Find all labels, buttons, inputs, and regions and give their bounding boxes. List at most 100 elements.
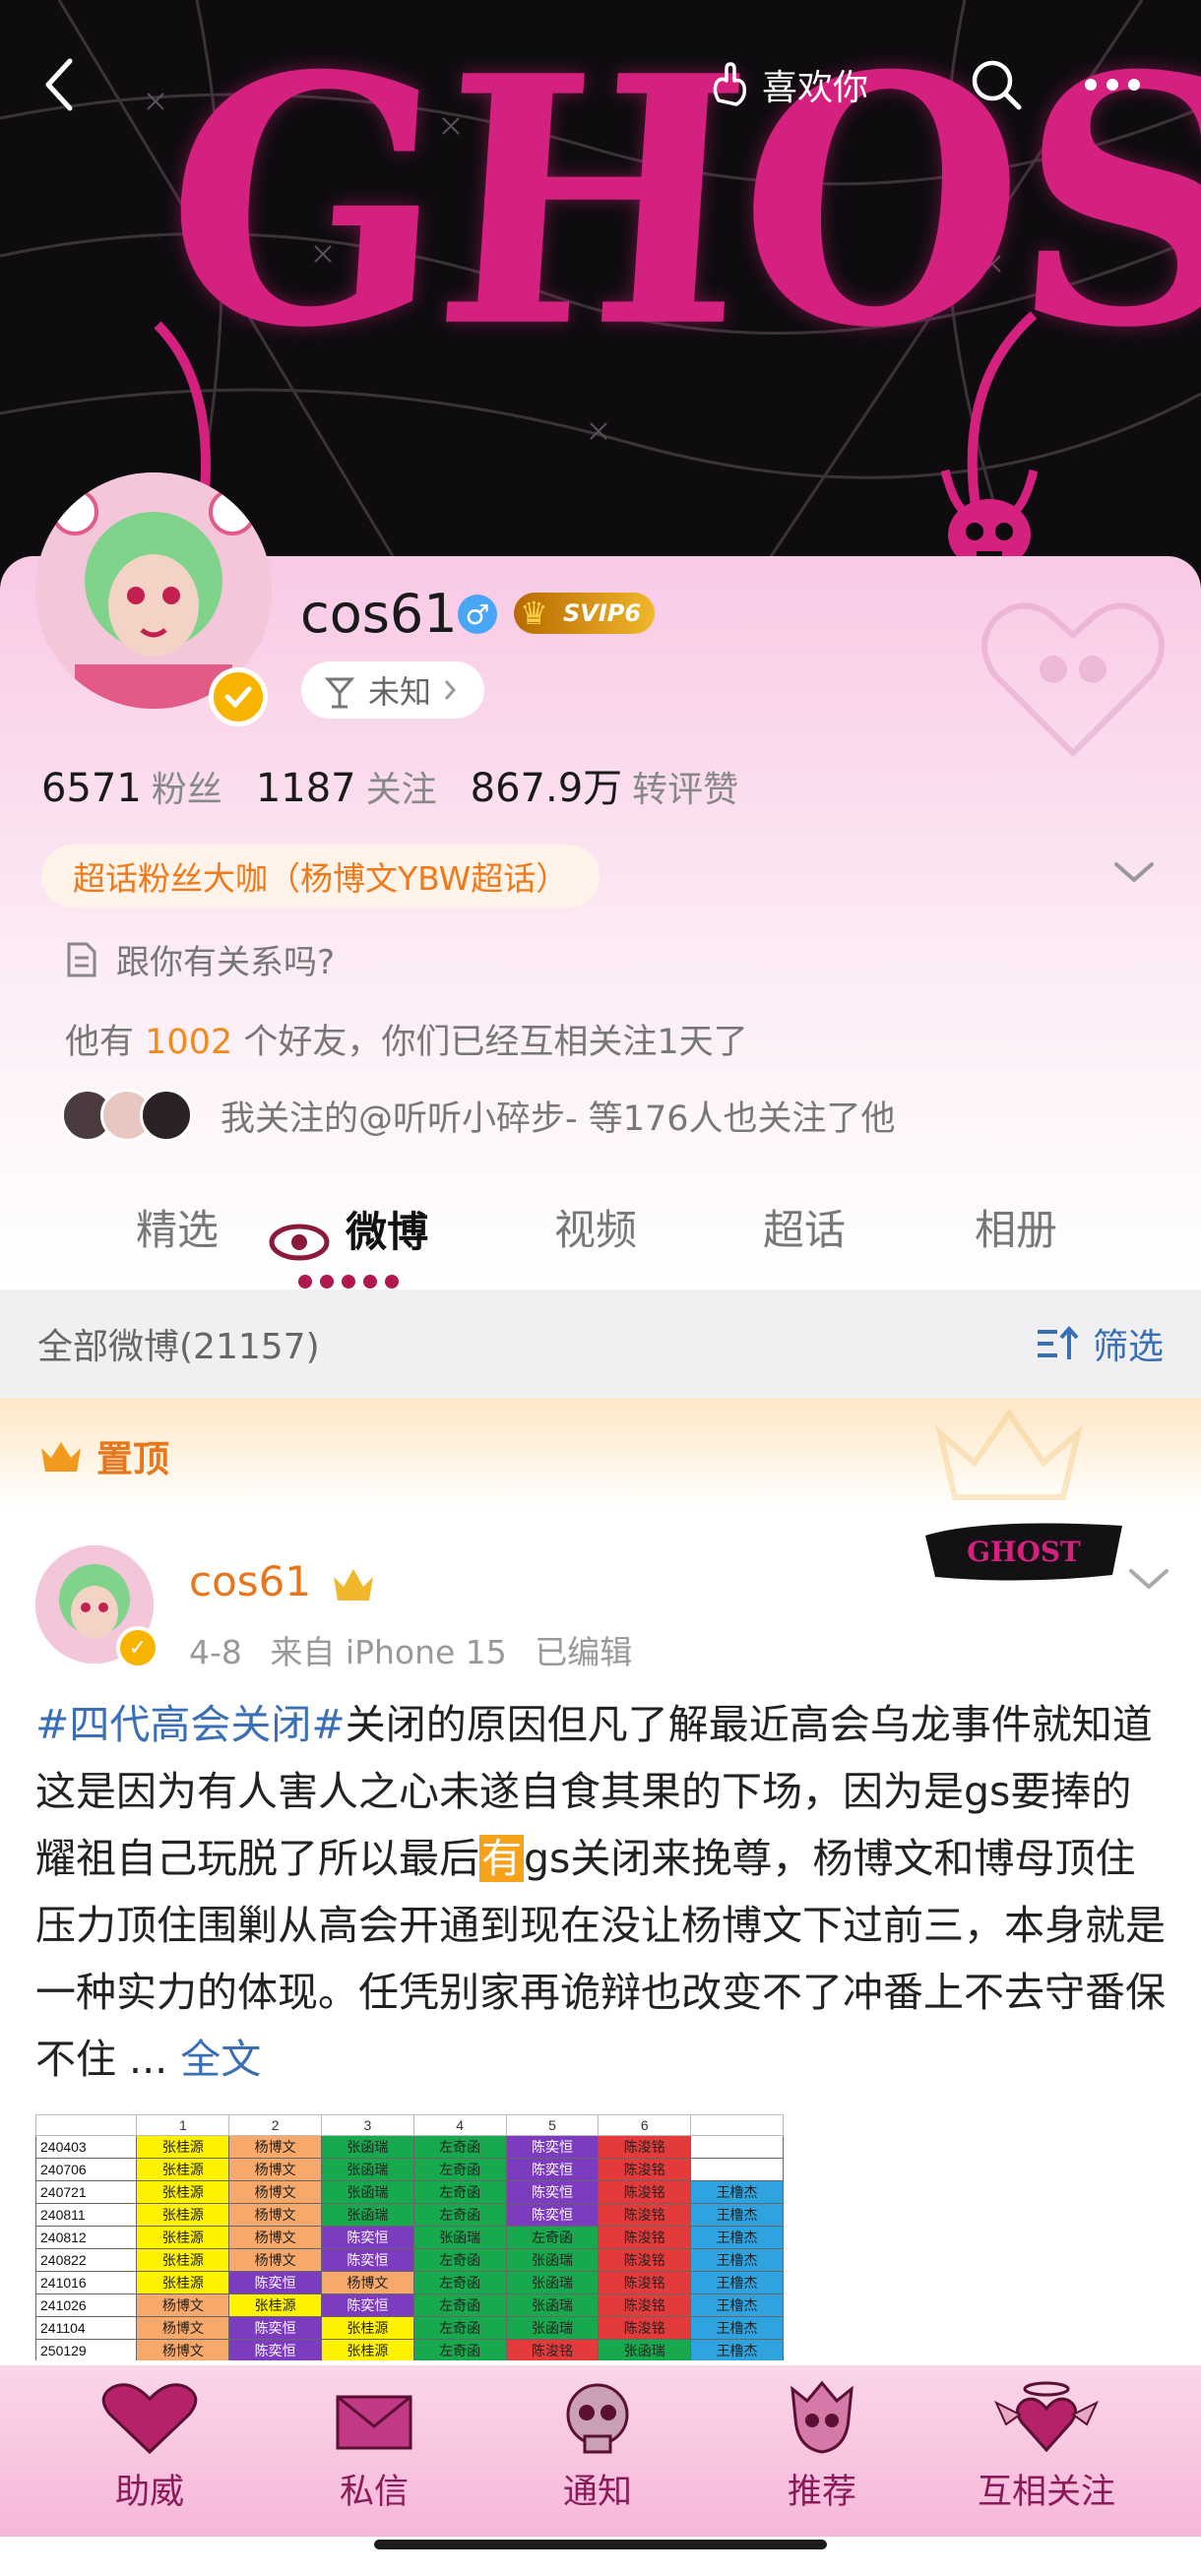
table-row: 241016 张桂源 陈奕恒 杨博文 左奇函 张函瑞 陈浚铭 王橹杰 — [35, 2271, 784, 2294]
table-date-cell: 241104 — [35, 2316, 138, 2340]
weibo-count: 全部微博(21157) — [37, 1327, 320, 1367]
table-cell: 张桂源 — [136, 2226, 230, 2249]
table-cell: 左奇函 — [412, 2293, 507, 2317]
ip-location-label: 未知 — [368, 673, 432, 711]
winged-heart-icon — [993, 2381, 1100, 2453]
svip-crown-icon — [334, 1568, 374, 1601]
more-button[interactable] — [1073, 53, 1152, 116]
ghost-sticker-image: GHOST — [925, 1523, 1122, 1581]
table-cell: 张函瑞 — [505, 2293, 600, 2317]
table-cell: 陈奕恒 — [321, 2226, 414, 2249]
table-cell: 张桂源 — [228, 2293, 323, 2317]
tab-video[interactable]: 视频 — [554, 1197, 637, 1257]
search-button[interactable] — [965, 53, 1028, 116]
nav-mutual-follow[interactable]: 互相关注 — [958, 2379, 1135, 2514]
post-hashtag[interactable]: #四代高会关闭# — [35, 1701, 346, 1748]
document-icon — [67, 942, 96, 976]
table-cell: 陈浚铭 — [598, 2158, 692, 2181]
table-cell: 陈浚铭 — [505, 2339, 600, 2360]
super-topic-badge[interactable]: 超话粉丝大咖（杨博文YBW超话） — [41, 845, 600, 908]
table-cell: 陈奕恒 — [505, 2158, 600, 2181]
post-verified-badge: ✓ — [116, 1626, 159, 1669]
post-text: #四代高会关闭#关闭的原因但凡了解最近高会乌龙事件就知道这是因为有人害人之心未遂… — [35, 1701, 1166, 2083]
table-cell: 王橹杰 — [690, 2248, 784, 2272]
table-cell: 杨博文 — [136, 2293, 230, 2317]
post-date: 4-8 — [189, 1633, 242, 1671]
profile-bottom-bar: 助威 私信 通知 推荐 互相关注 — [0, 2365, 1201, 2537]
tab-weibo[interactable]: 微博 — [268, 1199, 428, 1288]
table-date-cell: 240811 — [35, 2203, 138, 2227]
expand-chevron-icon[interactable] — [1112, 858, 1156, 886]
heart-icon — [101, 2383, 198, 2455]
following-stat[interactable]: 1187 关注 — [256, 761, 437, 812]
pinned-header: 置顶 — [0, 1398, 1201, 1506]
table-date-cell: 250129 — [35, 2339, 138, 2360]
table-cell: 杨博文 — [228, 2226, 323, 2249]
table-cell: 杨博文 — [228, 2248, 323, 2272]
tab-album[interactable]: 相册 — [975, 1197, 1057, 1257]
pinned-label: 置顶 — [39, 1429, 169, 1482]
table-date-cell: 240812 — [35, 2226, 138, 2249]
ranking-table: 1 2 3 4 5 6 240403 张桂源 杨博文 张函瑞 左奇函 陈奕恒 陈浚铭 2407… — [35, 2114, 784, 2360]
filter-button[interactable]: 筛选 — [1036, 1318, 1164, 1369]
filter-icon — [1037, 1325, 1079, 1359]
table-cell: 王橹杰 — [690, 2271, 784, 2294]
table-header-row: 1 2 3 4 5 6 — [35, 2114, 784, 2136]
skull-icon — [566, 2383, 629, 2454]
svip-badge[interactable]: ♛ SVIP6 — [514, 593, 656, 634]
profile-stats: 6571 粉丝 1187 关注 867.9万 转评赞 — [41, 756, 738, 813]
table-cell: 左奇函 — [412, 2203, 507, 2227]
table-cell: 陈浚铭 — [598, 2248, 692, 2272]
table-cell: 陈奕恒 — [321, 2248, 414, 2272]
like-you-label: 喜欢你 — [762, 68, 869, 108]
table-row: 240706 张桂源 杨博文 张函瑞 左奇函 陈奕恒 陈浚铭 — [35, 2158, 784, 2181]
table-date-cell: 240721 — [35, 2180, 138, 2204]
table-cell: 左奇函 — [412, 2158, 507, 2181]
crown-icon: ♛ — [520, 595, 548, 632]
chevron-right-icon — [444, 680, 457, 700]
nav-messages[interactable]: 私信 — [285, 2379, 463, 2514]
search-icon — [972, 60, 1022, 110]
table-row: 240811 张桂源 杨博文 张函瑞 左奇函 陈奕恒 陈浚铭 王橹杰 — [35, 2203, 784, 2227]
filter-label: 筛选 — [1092, 1327, 1164, 1367]
table-cell: 陈浚铭 — [598, 2203, 692, 2227]
back-button[interactable] — [30, 55, 89, 114]
svip-label: SVIP6 — [563, 599, 642, 627]
spiky-skull-icon — [790, 2380, 853, 2454]
table-cell: 左奇函 — [505, 2226, 600, 2249]
tab-super-topic[interactable]: 超话 — [763, 1197, 846, 1257]
table-cell: 王橹杰 — [690, 2293, 784, 2317]
nav-cheer[interactable]: 助威 — [61, 2379, 238, 2514]
relationship-question-label: 跟你有关系吗? — [116, 943, 336, 982]
table-cell: 张函瑞 — [412, 2226, 507, 2249]
relationship-question[interactable]: 跟你有关系吗? — [65, 935, 335, 983]
post-image-table[interactable]: 1 2 3 4 5 6 240403 张桂源 杨博文 张函瑞 左奇函 陈奕恒 陈浚铭 2407… — [35, 2114, 784, 2360]
table-date-cell: 240403 — [35, 2135, 138, 2159]
engagement-stat[interactable]: 867.9万 转评赞 — [471, 756, 739, 813]
ip-location-chip[interactable]: 未知 — [301, 661, 485, 719]
table-cell: 杨博文 — [228, 2135, 323, 2159]
post-author-name[interactable]: cos61 — [189, 1557, 375, 1605]
envelope-icon — [336, 2395, 412, 2450]
post-options-chevron-icon[interactable] — [1127, 1565, 1170, 1593]
table-cell: 张函瑞 — [505, 2316, 600, 2340]
followers-stat[interactable]: 6571 粉丝 — [41, 761, 222, 812]
table-cell: 左奇函 — [412, 2339, 507, 2360]
table-cell: 王橹杰 — [690, 2316, 784, 2340]
tab-featured[interactable]: 精选 — [136, 1197, 219, 1257]
post-meta: 4-8 来自 iPhone 15 已编辑 — [189, 1626, 632, 1673]
profile-tabs: 精选 微博 视频 超话 相册 — [0, 1171, 1201, 1289]
ghost-sticker: GHOST — [925, 1516, 1122, 1585]
table-cell: 张桂源 — [136, 2203, 230, 2227]
post-source: 来自 iPhone 15 — [270, 1633, 507, 1671]
table-cell: 陈奕恒 — [321, 2293, 414, 2317]
table-cell: 杨博文 — [228, 2158, 323, 2181]
table-cell: 陈奕恒 — [505, 2135, 600, 2159]
mutual-followers[interactable]: 我关注的@听听小碎步- 等176人也关注了他 — [61, 1089, 896, 1142]
nav-notifications[interactable]: 通知 — [509, 2379, 686, 2514]
like-you-button[interactable]: 喜欢你 — [709, 57, 868, 112]
full-text-link[interactable]: 全文 — [180, 2036, 261, 2083]
table-row: 241104 杨博文 陈奕恒 张桂源 左奇函 张函瑞 陈浚铭 王橹杰 — [35, 2316, 784, 2340]
table-date-cell: 240706 — [35, 2158, 138, 2181]
nav-recommend[interactable]: 推荐 — [733, 2379, 911, 2514]
